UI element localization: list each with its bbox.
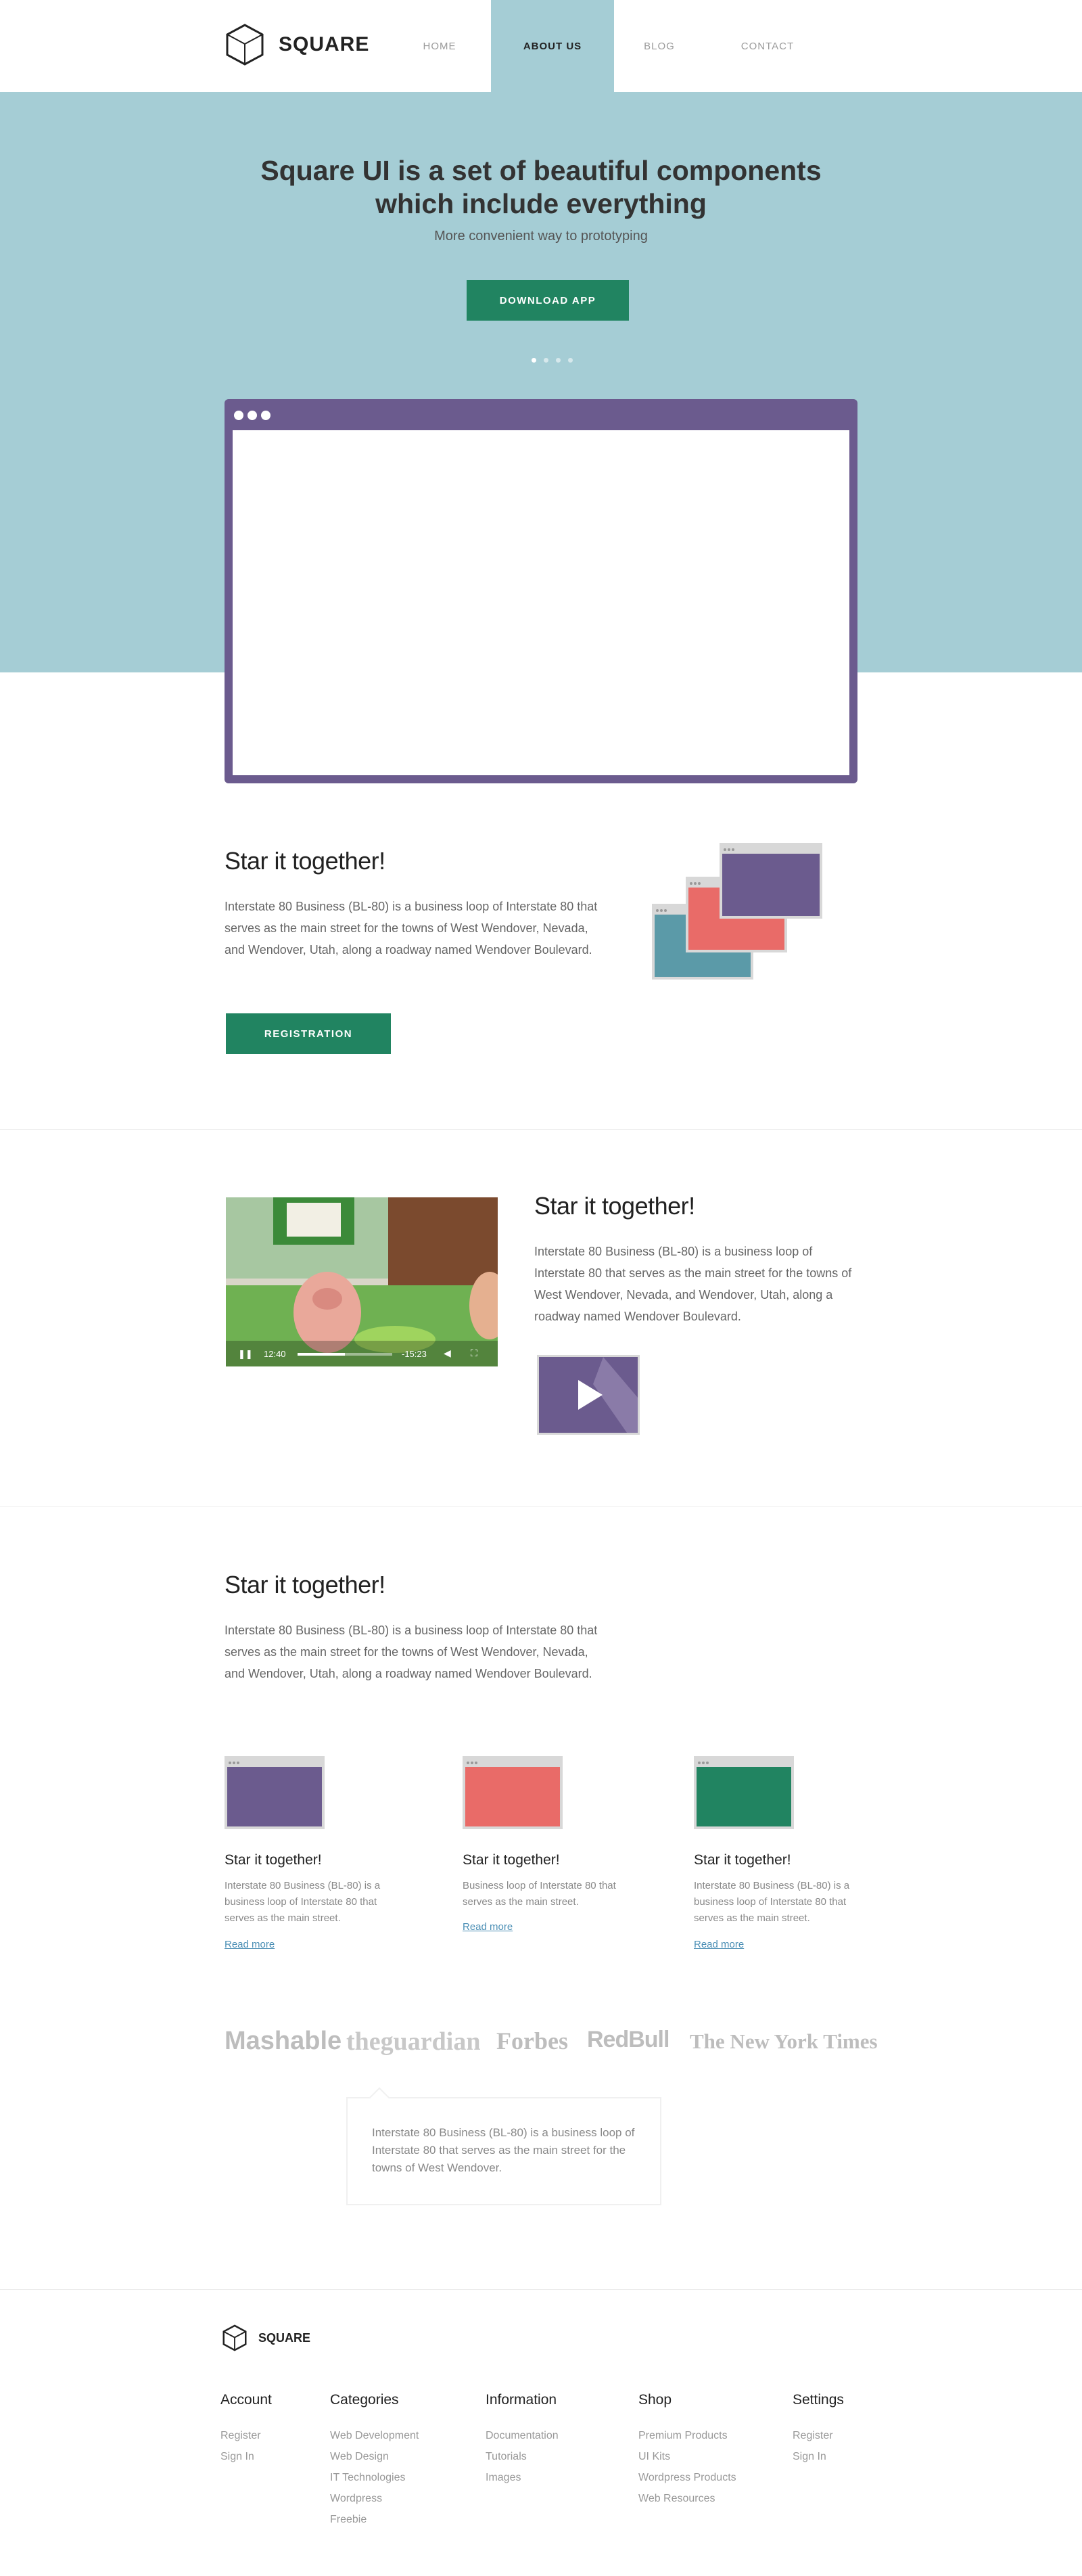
brand-forbes: Forbes (496, 2027, 568, 2054)
footer-link[interactable]: Wordpress (330, 2493, 382, 2505)
hero-title: Square UI is a set of beautiful componen… (260, 155, 822, 219)
footer-link[interactable]: IT Technologies (330, 2472, 405, 2484)
footer-link[interactable]: Web Resources (638, 2493, 715, 2505)
footer-link[interactable]: Wordpress Products (638, 2472, 736, 2484)
video-remaining: -15:23 (402, 1349, 427, 1359)
card-text: Interstate 80 Business (BL-80) is a busi… (694, 1880, 850, 1924)
footer-heading-account: Account (220, 2392, 272, 2408)
brand-redbull: RedBull (587, 2027, 669, 2052)
download-app-button[interactable]: DOWNLOAD APP (467, 280, 629, 321)
brand-guardian: theguardian (346, 2027, 481, 2056)
slider-dot-3[interactable] (556, 358, 561, 363)
card-text: Business loop of Interstate 80 that serv… (463, 1880, 616, 1908)
section2-title: Star it together! (534, 1192, 695, 1220)
nav-home[interactable]: HOME (406, 0, 473, 92)
window-dot-icon (248, 411, 257, 420)
read-more-link[interactable]: Read more (225, 1939, 275, 1950)
slider-dot-4[interactable] (568, 358, 573, 363)
header: SQUARE HOME ABOUT US BLOG CONTACT (0, 0, 1082, 92)
card-image-green (694, 1756, 794, 1829)
footer-link[interactable]: Web Development (330, 2430, 419, 2442)
window-dot-icon (234, 411, 243, 420)
cube-logo-icon (226, 24, 264, 66)
section2-text: Interstate 80 Business (BL-80) is a busi… (534, 1245, 852, 1323)
brand-nyt: The New York Times (690, 2029, 878, 2053)
testimonial-pointer (369, 2087, 390, 2109)
footer-logo[interactable]: SQUARE (222, 2324, 310, 2351)
footer-link[interactable]: Sign In (793, 2451, 826, 2463)
logo-text: SQUARE (279, 33, 370, 55)
cube-logo-icon (222, 2324, 247, 2351)
brand-mashable: Mashable (225, 2027, 342, 2055)
testimonial-box: Interstate 80 Business (BL-80) is a busi… (346, 2087, 661, 2205)
window-illustration-purple (720, 843, 822, 919)
fullscreen-icon[interactable]: ⛶ (471, 1348, 477, 1359)
video-elapsed: 12:40 (264, 1349, 286, 1359)
read-more-link[interactable]: Read more (694, 1939, 744, 1950)
footer-link[interactable]: UI Kits (638, 2451, 670, 2463)
section1-title: Star it together! (225, 847, 385, 875)
footer-logo-text: SQUARE (258, 2330, 311, 2345)
testimonial-text: Interstate 80 Business (BL-80) is a busi… (372, 2126, 635, 2174)
nav-contact[interactable]: CONTACT (730, 0, 805, 92)
footer-divider (0, 2289, 1082, 2290)
card-text: Interstate 80 Business (BL-80) is a busi… (225, 1880, 381, 1924)
footer-link[interactable]: Tutorials (486, 2451, 527, 2463)
footer-link[interactable]: Web Design (330, 2451, 389, 2463)
window-dot-icon (261, 411, 270, 420)
registration-button[interactable]: REGISTRATION (226, 1013, 391, 1054)
section3-title: Star it together! (225, 1571, 385, 1598)
read-more-link[interactable]: Read more (463, 1921, 513, 1933)
footer-link[interactable]: Documentation (486, 2430, 559, 2442)
slider-dot-2[interactable] (544, 358, 548, 363)
slider-dot-1[interactable] (532, 358, 536, 363)
footer-heading-categories: Categories (330, 2392, 399, 2408)
footer-link[interactable]: Register (793, 2430, 833, 2442)
card-title: Star it together! (463, 1852, 560, 1868)
nav-blog[interactable]: BLOG (629, 0, 690, 92)
nav-about-us[interactable]: ABOUT US (491, 0, 614, 92)
video-thumbnail-image (226, 1197, 498, 1366)
footer-link[interactable]: Premium Products (638, 2430, 728, 2442)
video-progress-fill (298, 1353, 345, 1356)
footer-link[interactable]: Register (220, 2430, 261, 2442)
section3-text: Interstate 80 Business (BL-80) is a busi… (225, 1624, 598, 1680)
play-icon (578, 1357, 638, 1433)
card-image-coral (463, 1756, 563, 1829)
section1-text: Interstate 80 Business (BL-80) is a busi… (225, 900, 598, 957)
footer-heading-information: Information (486, 2392, 557, 2408)
footer-heading-settings: Settings (793, 2392, 844, 2408)
video-progress-bar[interactable] (298, 1353, 392, 1356)
video-preview-thumbnail[interactable] (537, 1355, 640, 1435)
card-image-purple (225, 1756, 325, 1829)
volume-icon[interactable]: ◀ (444, 1348, 451, 1359)
browser-mockup (225, 399, 857, 783)
card-title: Star it together! (694, 1852, 791, 1868)
browser-screen (233, 430, 849, 775)
footer-heading-shop: Shop (638, 2392, 672, 2408)
card-title: Star it together! (225, 1852, 322, 1868)
section-divider (0, 1129, 1082, 1130)
footer-link[interactable]: Images (486, 2472, 521, 2484)
footer-link[interactable]: Sign In (220, 2451, 254, 2463)
logo[interactable]: SQUARE (225, 23, 369, 66)
hero-subtitle: More convenient way to prototyping (434, 229, 648, 244)
video-player[interactable]: ❚❚ 12:40 -15:23 ◀ ⛶ (226, 1197, 498, 1366)
pause-icon[interactable]: ❚❚ (238, 1349, 253, 1360)
footer-link[interactable]: Freebie (330, 2514, 367, 2526)
